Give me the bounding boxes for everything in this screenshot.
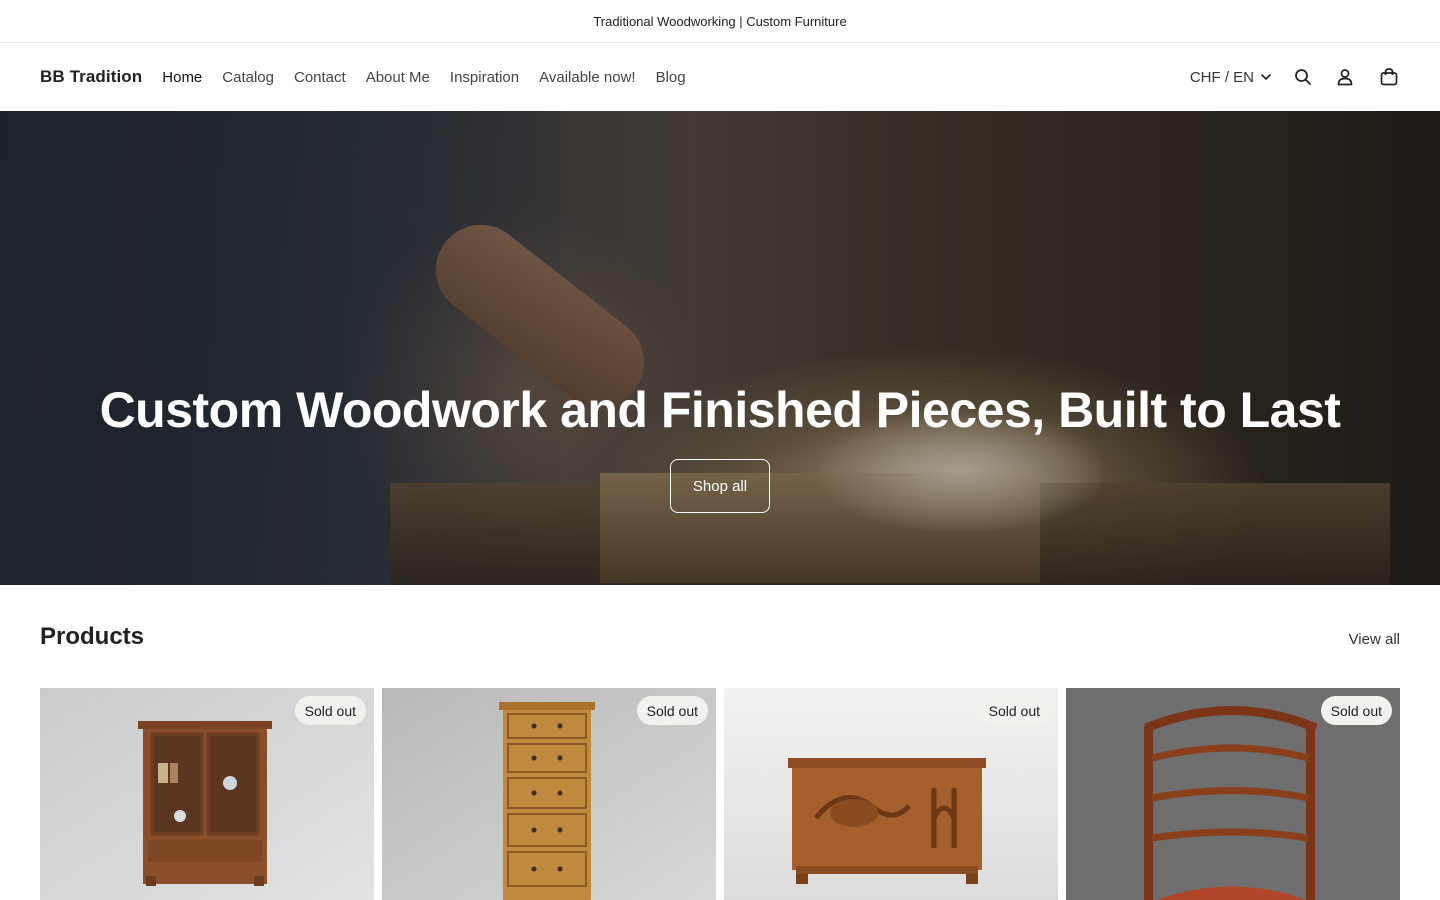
nav-catalog[interactable]: Catalog — [222, 69, 274, 86]
announcement-text: Traditional Woodworking | Custom Furnitu… — [593, 13, 847, 29]
sold-out-badge: Sold out — [1320, 696, 1392, 725]
shop-all-button[interactable]: Shop all — [670, 459, 770, 513]
sold-out-badge: Sold out — [294, 696, 366, 725]
brand-logo[interactable]: BB Tradition — [40, 67, 142, 87]
main-nav: Home Catalog Contact About Me Inspiratio… — [162, 69, 705, 86]
products-title: Products — [40, 622, 145, 650]
sold-out-badge: Sold out — [636, 696, 708, 725]
locale-selector[interactable]: CHF / EN — [1190, 69, 1272, 86]
account-icon[interactable] — [1334, 66, 1356, 88]
site-header: BB Tradition Home Catalog Contact About … — [0, 43, 1440, 111]
chevron-down-icon — [1261, 74, 1271, 81]
header-utilities: CHF / EN — [1190, 66, 1400, 88]
locale-label: CHF / EN — [1189, 68, 1254, 86]
product-card-chest[interactable]: Sold out — [724, 688, 1058, 900]
hero-title: Custom Woodwork and Finished Pieces, Bui… — [99, 382, 1341, 438]
hero-overlay — [0, 111, 1440, 585]
product-card-cabinet[interactable]: Sold out — [40, 688, 374, 900]
nav-blog[interactable]: Blog — [656, 69, 686, 86]
nav-available-now[interactable]: Available now! — [539, 69, 635, 86]
search-icon[interactable] — [1292, 66, 1314, 88]
nav-home[interactable]: Home — [162, 69, 202, 86]
view-all-link[interactable]: View all — [1349, 631, 1400, 648]
product-card-chair[interactable]: Sold out — [1066, 688, 1400, 900]
hero-banner: Custom Woodwork and Finished Pieces, Bui… — [0, 111, 1440, 585]
cart-icon[interactable] — [1378, 66, 1400, 88]
announcement-bar: Traditional Woodworking | Custom Furnitu… — [0, 0, 1440, 43]
sold-out-badge: Sold out — [978, 696, 1050, 725]
products-header: Products View all — [0, 585, 1440, 688]
nav-about-me[interactable]: About Me — [366, 69, 430, 86]
product-grid: Sold out Sold out Sold out Sold out — [0, 688, 1440, 900]
products-section: Products View all Sold out Sold out Sold… — [0, 585, 1440, 900]
nav-inspiration[interactable]: Inspiration — [450, 69, 519, 86]
product-card-drawers[interactable]: Sold out — [382, 688, 716, 900]
nav-contact[interactable]: Contact — [294, 69, 346, 86]
